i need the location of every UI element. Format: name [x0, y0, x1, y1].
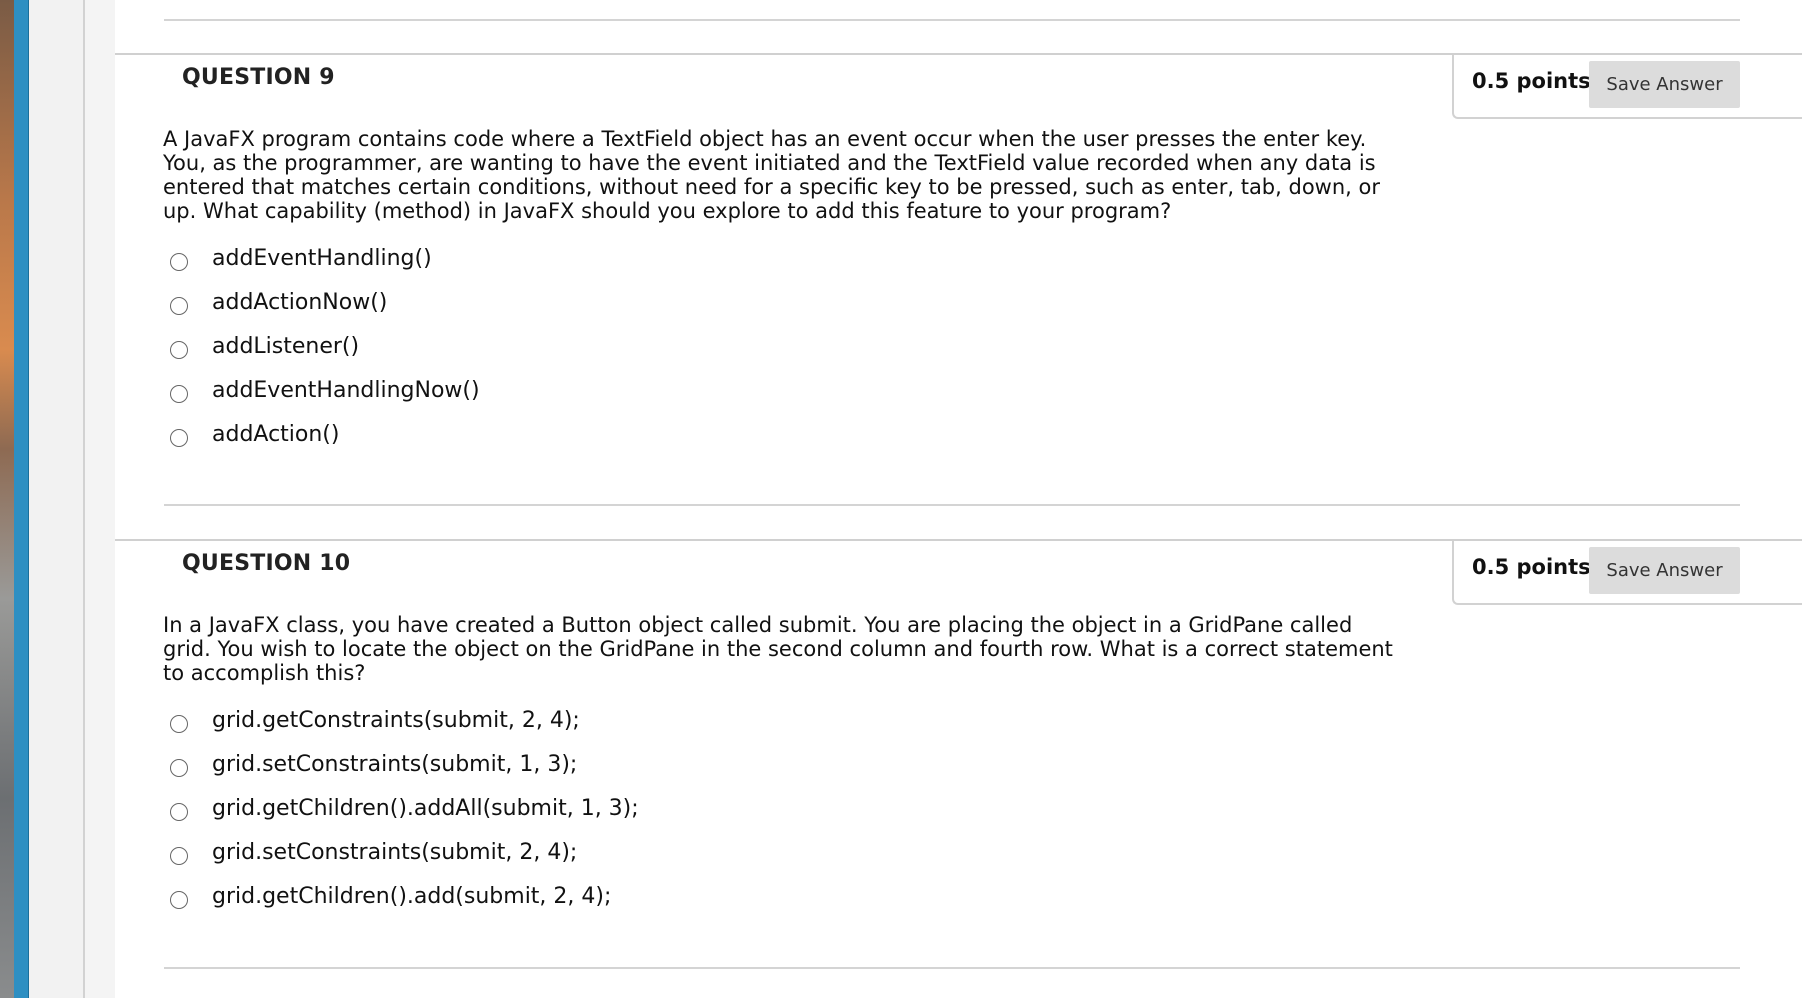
points-value: 0.5 points — [1472, 69, 1591, 93]
question-title: QUESTION 10 — [182, 551, 351, 576]
save-answer-button[interactable]: Save Answer — [1589, 61, 1740, 108]
answer-option-label: grid.setConstraints(submit, 1, 3); — [212, 751, 578, 777]
answer-option-label: grid.setConstraints(submit, 2, 4); — [212, 839, 578, 865]
radio-button[interactable] — [170, 847, 188, 865]
points-panel: 0.5 points Save Answer — [1452, 541, 1802, 605]
answer-options: addEventHandling() addActionNow() addLis… — [170, 236, 480, 456]
question-title: QUESTION 9 — [182, 65, 335, 90]
question-divider-bottom — [164, 967, 1740, 969]
question-text: A JavaFX program contains code where a T… — [163, 127, 1380, 223]
answer-option-label: addAction() — [212, 421, 340, 447]
page-left-gutter — [29, 0, 85, 998]
answer-option-label: addActionNow() — [212, 289, 388, 315]
answer-option[interactable]: addListener() — [170, 324, 480, 368]
answer-option-label: grid.getConstraints(submit, 2, 4); — [212, 707, 580, 733]
answer-option[interactable]: grid.getConstraints(submit, 2, 4); — [170, 698, 639, 742]
question-divider — [164, 504, 1740, 506]
radio-button[interactable] — [170, 253, 188, 271]
browser-side-border — [14, 0, 29, 998]
radio-button[interactable] — [170, 759, 188, 777]
radio-button[interactable] — [170, 429, 188, 447]
radio-button[interactable] — [170, 891, 188, 909]
answer-option-label: grid.getChildren().add(submit, 2, 4); — [212, 883, 612, 909]
answer-option[interactable]: grid.getChildren().addAll(submit, 1, 3); — [170, 786, 639, 830]
question-9: QUESTION 9 0.5 points Save Answer A Java… — [115, 53, 1802, 505]
answer-option[interactable]: addEventHandlingNow() — [170, 368, 480, 412]
points-panel: 0.5 points Save Answer — [1452, 55, 1802, 119]
question-text: In a JavaFX class, you have created a Bu… — [163, 613, 1393, 685]
answer-option-label: grid.getChildren().addAll(submit, 1, 3); — [212, 795, 639, 821]
answer-option-label: addListener() — [212, 333, 360, 359]
answer-option[interactable]: grid.getChildren().add(submit, 2, 4); — [170, 874, 639, 918]
question-divider-top — [164, 19, 1740, 21]
answer-option[interactable]: grid.setConstraints(submit, 2, 4); — [170, 830, 639, 874]
answer-option[interactable]: grid.setConstraints(submit, 1, 3); — [170, 742, 639, 786]
points-value: 0.5 points — [1472, 555, 1591, 579]
radio-button[interactable] — [170, 341, 188, 359]
radio-button[interactable] — [170, 297, 188, 315]
radio-button[interactable] — [170, 715, 188, 733]
radio-button[interactable] — [170, 803, 188, 821]
answer-option[interactable]: addEventHandling() — [170, 236, 480, 280]
answer-option-label: addEventHandlingNow() — [212, 377, 480, 403]
answer-option[interactable]: addActionNow() — [170, 280, 480, 324]
answer-option[interactable]: addAction() — [170, 412, 480, 456]
save-answer-button[interactable]: Save Answer — [1589, 547, 1740, 594]
desktop-background-strip — [0, 0, 14, 998]
answer-options: grid.getConstraints(submit, 2, 4); grid.… — [170, 698, 639, 918]
question-10: QUESTION 10 0.5 points Save Answer In a … — [115, 539, 1802, 941]
answer-option-label: addEventHandling() — [212, 245, 432, 271]
page-margin — [85, 0, 115, 998]
radio-button[interactable] — [170, 385, 188, 403]
